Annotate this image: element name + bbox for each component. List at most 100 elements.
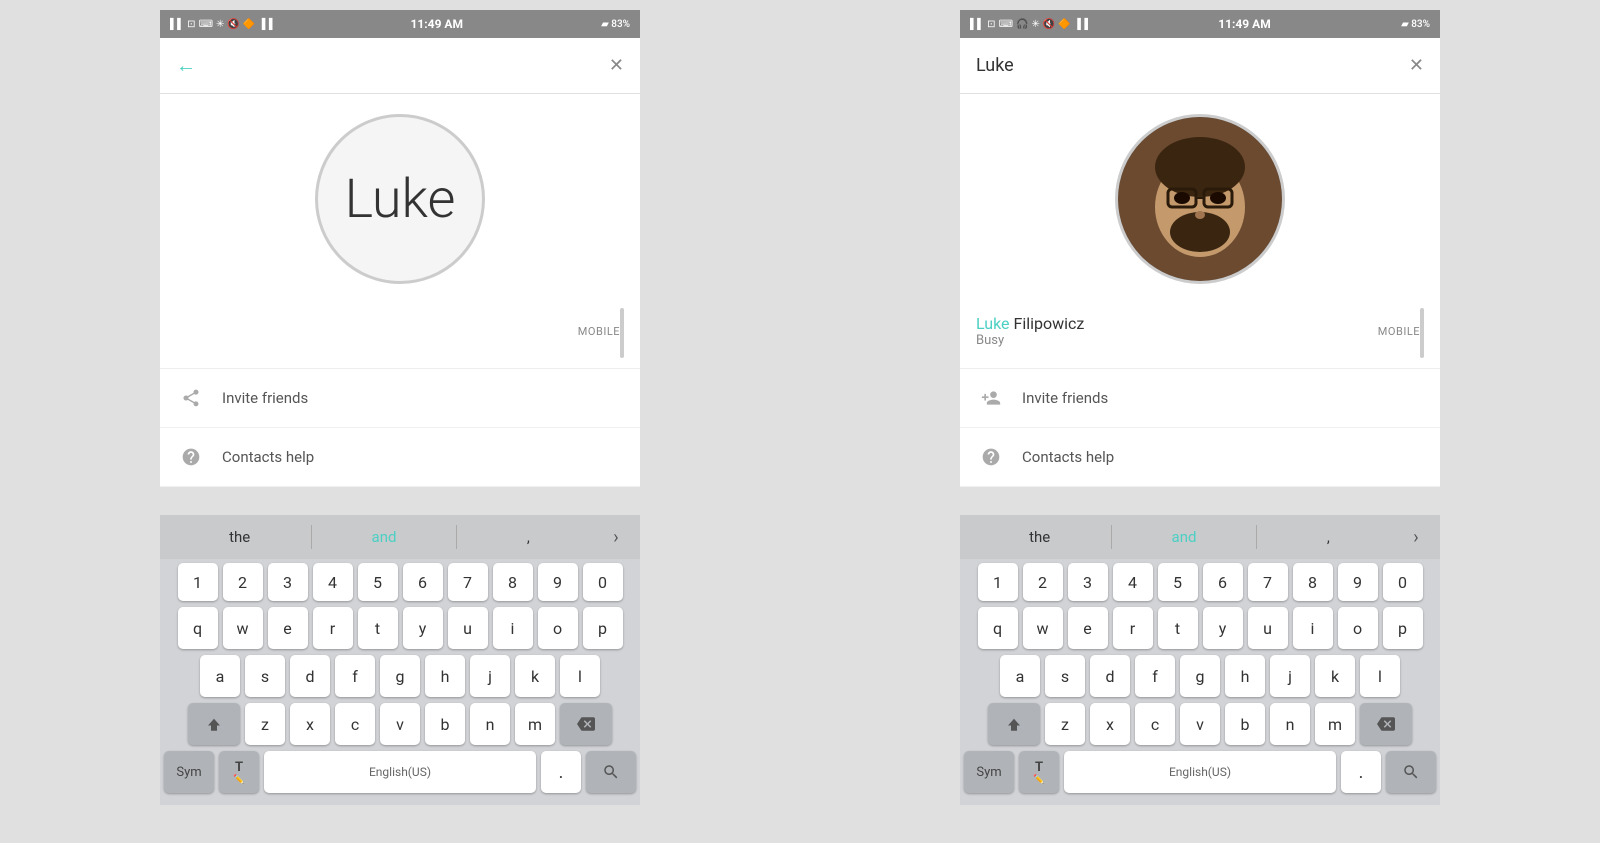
key-g-left[interactable]: g [380, 655, 420, 697]
key-b-right[interactable]: b [1225, 703, 1265, 745]
key-space-right[interactable]: English(US) [1064, 751, 1336, 793]
suggestion-comma-left[interactable]: , [457, 520, 600, 554]
key-t9-right[interactable]: T ✏️ [1019, 751, 1059, 793]
key-h-left[interactable]: h [425, 655, 465, 697]
key-k-left[interactable]: k [515, 655, 555, 697]
key-n-right[interactable]: n [1270, 703, 1310, 745]
key-t-left[interactable]: t [358, 607, 398, 649]
key-o-right[interactable]: o [1338, 607, 1378, 649]
key-q-right[interactable]: q [978, 607, 1018, 649]
key-2-left[interactable]: 2 [223, 563, 263, 601]
key-sym-left[interactable]: Sym [164, 751, 214, 793]
key-c-right[interactable]: c [1135, 703, 1175, 745]
key-a-right[interactable]: a [1000, 655, 1040, 697]
key-7-right[interactable]: 7 [1248, 563, 1288, 601]
suggestion-the-left[interactable]: the [168, 520, 311, 554]
key-8-right[interactable]: 8 [1293, 563, 1333, 601]
key-4-left[interactable]: 4 [313, 563, 353, 601]
key-w-left[interactable]: w [223, 607, 263, 649]
key-delete-left[interactable] [560, 703, 612, 745]
key-i-right[interactable]: i [1293, 607, 1333, 649]
suggestion-and-right[interactable]: and [1112, 520, 1255, 554]
key-x-right[interactable]: x [1090, 703, 1130, 745]
key-8-left[interactable]: 8 [493, 563, 533, 601]
key-u-left[interactable]: u [448, 607, 488, 649]
key-s-left[interactable]: s [245, 655, 285, 697]
key-search-right[interactable] [1386, 751, 1436, 793]
key-5-left[interactable]: 5 [358, 563, 398, 601]
suggestion-and-left[interactable]: and [312, 520, 455, 554]
key-delete-right[interactable] [1360, 703, 1412, 745]
key-s-right[interactable]: s [1045, 655, 1085, 697]
arrow-icon-left[interactable]: › [600, 527, 632, 548]
suggestion-comma-right[interactable]: , [1257, 520, 1400, 554]
suggestions-bar-left[interactable]: the and , › [160, 515, 640, 559]
key-t-right[interactable]: t [1158, 607, 1198, 649]
key-z-left[interactable]: z [245, 703, 285, 745]
key-shift-right[interactable] [988, 703, 1040, 745]
key-1-left[interactable]: 1 [178, 563, 218, 601]
key-f-left[interactable]: f [335, 655, 375, 697]
key-9-left[interactable]: 9 [538, 563, 578, 601]
close-button-left[interactable]: ✕ [609, 55, 624, 76]
key-q-left[interactable]: q [178, 607, 218, 649]
key-h-right[interactable]: h [1225, 655, 1265, 697]
key-t9-left[interactable]: T ✏️ [219, 751, 259, 793]
key-m-right[interactable]: m [1315, 703, 1355, 745]
invite-friends-right[interactable]: Invite friends [960, 369, 1440, 428]
key-w-right[interactable]: w [1023, 607, 1063, 649]
key-b-left[interactable]: b [425, 703, 465, 745]
key-y-right[interactable]: y [1203, 607, 1243, 649]
key-space-left[interactable]: English(US) [264, 751, 536, 793]
key-r-left[interactable]: r [313, 607, 353, 649]
back-button-left[interactable]: ← [176, 53, 196, 78]
key-d-left[interactable]: d [290, 655, 330, 697]
key-y-left[interactable]: y [403, 607, 443, 649]
key-2-right[interactable]: 2 [1023, 563, 1063, 601]
key-dot-left[interactable]: . [541, 751, 581, 793]
key-u-right[interactable]: u [1248, 607, 1288, 649]
key-0-left[interactable]: 0 [583, 563, 623, 601]
key-3-right[interactable]: 3 [1068, 563, 1108, 601]
key-n-left[interactable]: n [470, 703, 510, 745]
key-e-right[interactable]: e [1068, 607, 1108, 649]
key-j-left[interactable]: j [470, 655, 510, 697]
key-k-right[interactable]: k [1315, 655, 1355, 697]
contacts-help-left[interactable]: Contacts help [160, 428, 640, 487]
key-p-right[interactable]: p [1383, 607, 1423, 649]
key-l-right[interactable]: l [1360, 655, 1400, 697]
key-z-right[interactable]: z [1045, 703, 1085, 745]
key-dot-right[interactable]: . [1341, 751, 1381, 793]
key-9-right[interactable]: 9 [1338, 563, 1378, 601]
key-g-right[interactable]: g [1180, 655, 1220, 697]
key-7-left[interactable]: 7 [448, 563, 488, 601]
key-j-right[interactable]: j [1270, 655, 1310, 697]
suggestions-bar-right[interactable]: the and , › [960, 515, 1440, 559]
key-r-right[interactable]: r [1113, 607, 1153, 649]
key-c-left[interactable]: c [335, 703, 375, 745]
contacts-help-right[interactable]: Contacts help [960, 428, 1440, 487]
key-4-right[interactable]: 4 [1113, 563, 1153, 601]
key-5-right[interactable]: 5 [1158, 563, 1198, 601]
key-o-left[interactable]: o [538, 607, 578, 649]
key-shift-left[interactable] [188, 703, 240, 745]
invite-friends-left[interactable]: Invite friends [160, 369, 640, 428]
key-1-right[interactable]: 1 [978, 563, 1018, 601]
key-e-left[interactable]: e [268, 607, 308, 649]
key-l-left[interactable]: l [560, 655, 600, 697]
arrow-icon-right[interactable]: › [1400, 527, 1432, 548]
key-i-left[interactable]: i [493, 607, 533, 649]
key-search-left[interactable] [586, 751, 636, 793]
key-6-left[interactable]: 6 [403, 563, 443, 601]
key-0-right[interactable]: 0 [1383, 563, 1423, 601]
key-a-left[interactable]: a [200, 655, 240, 697]
key-f-right[interactable]: f [1135, 655, 1175, 697]
key-p-left[interactable]: p [583, 607, 623, 649]
suggestion-the-right[interactable]: the [968, 520, 1111, 554]
key-v-right[interactable]: v [1180, 703, 1220, 745]
key-x-left[interactable]: x [290, 703, 330, 745]
key-m-left[interactable]: m [515, 703, 555, 745]
key-6-right[interactable]: 6 [1203, 563, 1243, 601]
key-sym-right[interactable]: Sym [964, 751, 1014, 793]
close-button-right[interactable]: ✕ [1409, 55, 1424, 76]
